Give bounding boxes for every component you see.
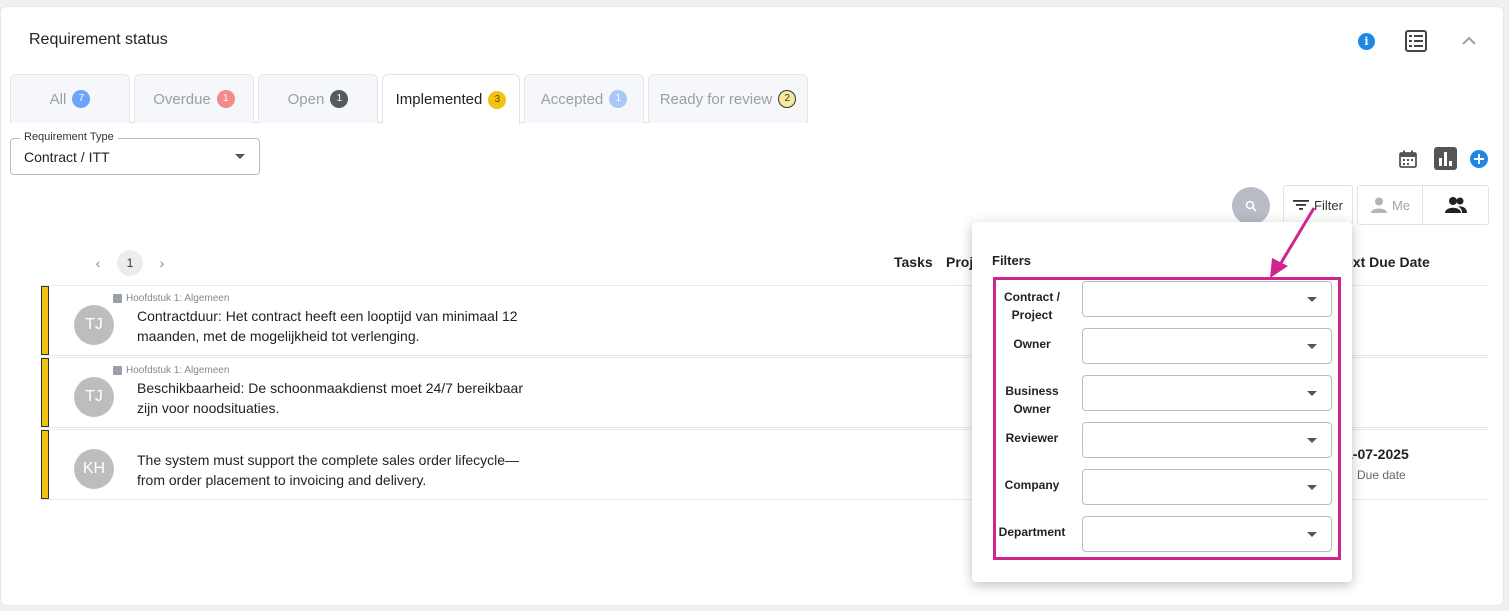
search-icon	[1245, 200, 1257, 212]
page-title: Requirement status	[29, 31, 168, 48]
tab-label: Overdue	[153, 90, 211, 108]
chapter-tag: Hoofdstuk 1: Algemeen	[113, 293, 229, 304]
caret-down-icon	[1307, 485, 1317, 490]
search-button[interactable]	[1232, 187, 1270, 225]
column-header-project[interactable]: Proj	[946, 254, 973, 270]
caret-down-icon	[1307, 532, 1317, 537]
filter-button[interactable]: Filter	[1283, 185, 1353, 225]
me-toggle[interactable]: Me	[1358, 186, 1423, 224]
filters-panel: Filters Contract / Project Owner Busines…	[972, 222, 1352, 582]
calendar-icon[interactable]	[1398, 149, 1418, 169]
filter-label: Reviewer	[1005, 431, 1059, 445]
department-select[interactable]	[1082, 516, 1332, 552]
tab-all[interactable]: All 7	[10, 74, 130, 123]
tab-label: Accepted	[540, 90, 604, 108]
requirement-type-select[interactable]: Requirement Type Contract / ITT	[10, 131, 260, 175]
filter-label: Business Owner	[1005, 384, 1059, 416]
requirement-type-value: Contract / ITT	[24, 149, 110, 165]
count-badge: 1	[216, 90, 235, 108]
status-bar	[41, 286, 49, 355]
add-icon[interactable]	[1470, 150, 1488, 168]
chapter-label: Hoofdstuk 1: Algemeen	[126, 365, 230, 376]
tab-implemented[interactable]: Implemented 3	[382, 74, 520, 124]
chapter-label: Hoofdstuk 1: Algemeen	[126, 293, 230, 304]
list-view-icon[interactable]	[1404, 29, 1428, 53]
filter-label: Owner	[1013, 337, 1051, 351]
tab-label: All	[49, 90, 67, 108]
filter-label: Company	[1004, 478, 1060, 492]
person-icon	[1370, 197, 1387, 213]
group-icon	[1444, 197, 1467, 213]
document-icon	[113, 294, 122, 303]
next-due-date: 1-07-2025	[1345, 446, 1409, 462]
caret-down-icon	[1307, 297, 1317, 302]
avatar: TJ	[74, 305, 114, 345]
chevron-right-icon[interactable]: ›	[153, 255, 171, 271]
document-icon	[113, 366, 122, 375]
tab-label: Implemented	[395, 91, 483, 108]
count-badge: 1	[330, 90, 349, 108]
column-header-next-due-date[interactable]: ext Due Date	[1345, 254, 1430, 270]
owner-select[interactable]	[1082, 328, 1332, 364]
chapter-tag: Hoofdstuk 1: Algemeen	[113, 365, 229, 376]
business-owner-select[interactable]	[1082, 375, 1332, 411]
me-label: Me	[1391, 197, 1411, 213]
tab-open[interactable]: Open 1	[258, 74, 378, 123]
due-date-label: Due date	[1357, 468, 1406, 482]
count-badge: 3	[488, 90, 507, 109]
tab-label: Open	[287, 90, 325, 108]
filter-icon	[1293, 200, 1310, 210]
avatar: KH	[74, 449, 114, 489]
tab-accepted[interactable]: Accepted 1	[524, 74, 644, 123]
caret-down-icon	[1307, 344, 1317, 349]
requirement-text: The system must support the complete sal…	[137, 452, 520, 488]
requirement-type-label: Requirement Type	[20, 131, 118, 143]
filter-label: Department	[998, 525, 1066, 539]
column-header-tasks[interactable]: Tasks	[894, 254, 933, 270]
caret-down-icon	[1307, 391, 1317, 396]
contract-project-select[interactable]	[1082, 281, 1332, 317]
tab-overdue[interactable]: Overdue 1	[134, 74, 254, 123]
chevron-up-icon[interactable]	[1459, 31, 1479, 51]
pagination: ‹ 1 ›	[89, 250, 171, 276]
status-bar	[41, 430, 49, 499]
bar-chart-icon[interactable]	[1434, 147, 1457, 170]
page-number[interactable]: 1	[117, 250, 143, 276]
status-bar	[41, 358, 49, 427]
count-badge: 7	[72, 90, 91, 108]
caret-down-icon	[1307, 438, 1317, 443]
caret-down-icon	[235, 154, 245, 159]
tab-ready-for-review[interactable]: Ready for review 2	[648, 74, 808, 123]
reviewer-select[interactable]	[1082, 422, 1332, 458]
assignee-toggle: Me	[1357, 185, 1489, 225]
filters-title: Filters	[992, 253, 1032, 268]
tab-label: Ready for review	[659, 90, 773, 108]
count-badge: 1	[609, 90, 628, 108]
count-badge: 2	[778, 90, 797, 108]
avatar: TJ	[74, 377, 114, 417]
filter-label: Filter	[1314, 197, 1343, 213]
info-icon[interactable]: i	[1358, 33, 1375, 50]
filter-label: Contract / Project	[1003, 290, 1060, 322]
company-select[interactable]	[1082, 469, 1332, 505]
status-tabs: All 7 Overdue 1 Open 1 Implemented 3 Acc…	[10, 74, 808, 124]
team-toggle[interactable]	[1423, 186, 1488, 224]
chevron-left-icon[interactable]: ‹	[89, 255, 107, 271]
requirement-text: Beschikbaarheid: De schoonmaakdienst moe…	[137, 380, 524, 416]
requirement-text: Contractduur: Het contract heeft een loo…	[137, 308, 518, 344]
